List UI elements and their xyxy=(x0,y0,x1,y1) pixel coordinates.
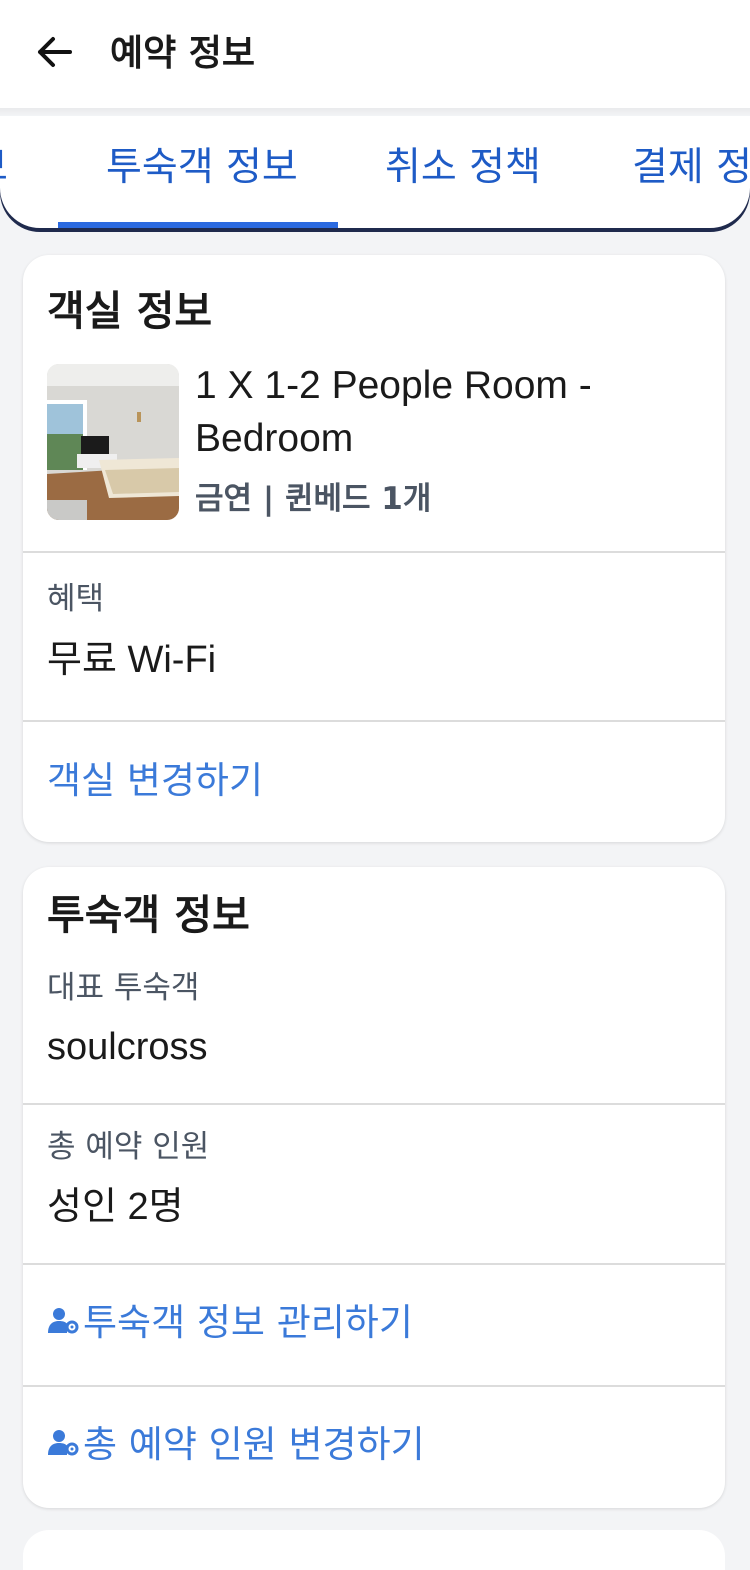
manage-guests-label: 투숙객 정보 관리하기 xyxy=(83,1301,413,1344)
change-total-guests-link[interactable]: 총 예약 인원 변경하기 xyxy=(47,1422,425,1468)
benefit-value: 무료 Wi-Fi xyxy=(47,639,217,681)
divider xyxy=(23,1263,725,1265)
person-gear-icon xyxy=(48,1430,79,1456)
divider xyxy=(23,1103,725,1105)
divider xyxy=(23,551,725,553)
tab-previous[interactable]: 보 xyxy=(0,144,8,192)
room-photo[interactable] xyxy=(47,364,179,520)
total-guests-label: 총 예약 인원 xyxy=(47,1129,210,1165)
tab-bar: 보 투숙객 정보 취소 정책 결제 정보 xyxy=(0,116,750,228)
app-header: 예약 정보 xyxy=(0,0,750,108)
total-guests-value: 성인 2명 xyxy=(47,1186,184,1228)
tab-active-indicator xyxy=(58,222,338,228)
divider xyxy=(23,1385,725,1387)
tab-payment-info[interactable]: 결제 정보 xyxy=(632,144,750,192)
room-info-title: 객실 정보 xyxy=(47,287,213,335)
change-total-guests-label: 총 예약 인원 변경하기 xyxy=(83,1423,425,1466)
guest-info-title: 투숙객 정보 xyxy=(47,891,250,939)
tab-cancel-policy[interactable]: 취소 정책 xyxy=(385,144,541,192)
room-attributes: 금연 | 퀸베드 1개 xyxy=(195,481,432,517)
page-title: 예약 정보 xyxy=(110,33,256,74)
tab-guest-info[interactable]: 투숙객 정보 xyxy=(106,144,298,192)
guest-info-card: 투숙객 정보 대표 투숙객 soulcross 총 예약 인원 성인 2명 투숙… xyxy=(23,867,725,1508)
main-guest-label: 대표 투숙객 xyxy=(47,970,200,1006)
next-card xyxy=(23,1530,725,1570)
person-gear-icon xyxy=(48,1308,79,1334)
room-name: 1 X 1-2 People Room - Bedroom xyxy=(195,364,592,460)
change-room-link[interactable]: 객실 변경하기 xyxy=(47,758,263,804)
back-arrow-icon[interactable] xyxy=(32,30,76,74)
room-info-card: 객실 정보 1 X 1-2 People Room - Bedroom 금연 |… xyxy=(23,255,725,842)
header-divider xyxy=(0,108,750,116)
main-guest-value: soulcross xyxy=(47,1026,208,1068)
divider xyxy=(23,720,725,722)
benefit-label: 혜택 xyxy=(47,581,105,617)
manage-guests-link[interactable]: 투숙객 정보 관리하기 xyxy=(47,1300,413,1346)
